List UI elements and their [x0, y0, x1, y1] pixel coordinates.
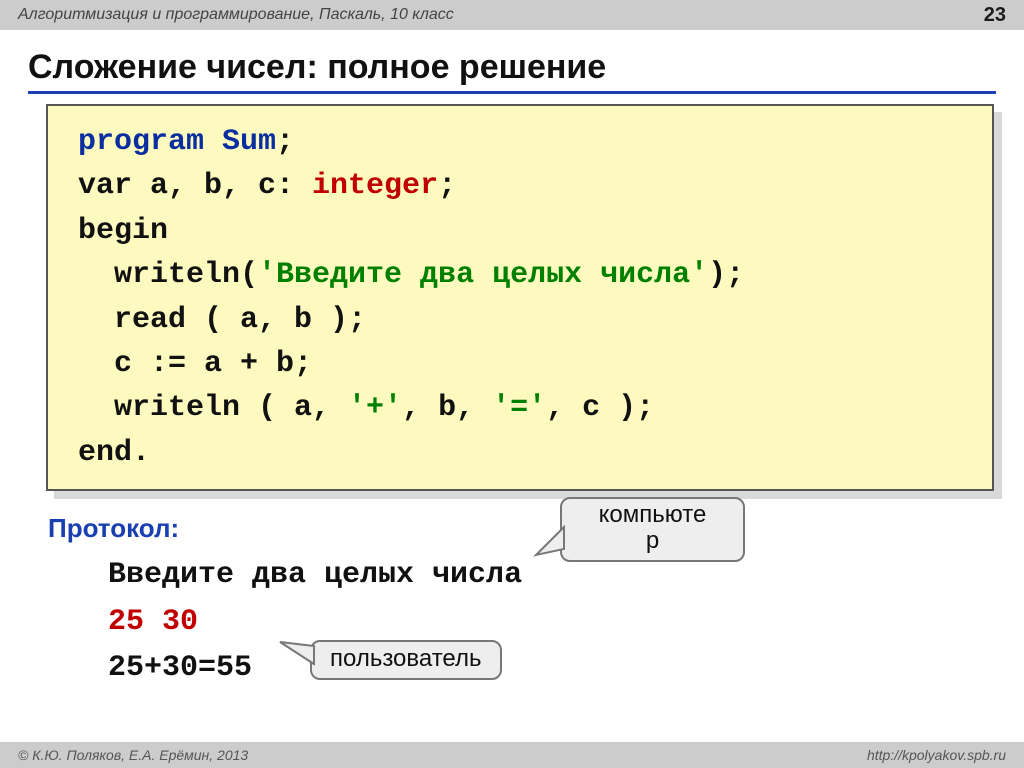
- code-block-container: program Sum; var a, b, c: integer; begin…: [46, 104, 994, 491]
- course-title: Алгоритмизация и программирование, Паска…: [18, 6, 454, 24]
- slide: Алгоритмизация и программирование, Паска…: [0, 0, 1024, 768]
- callout-user: пользователь: [310, 640, 502, 680]
- code-program-name: Sum: [222, 125, 276, 159]
- code-text: begin: [78, 214, 168, 248]
- slide-header: Алгоритмизация и программирование, Паска…: [0, 0, 1024, 30]
- slide-title: Сложение чисел: полное решение: [28, 48, 996, 94]
- code-text: , c );: [546, 391, 654, 425]
- page-number: 23: [984, 4, 1006, 27]
- callout-computer: компьюте р: [560, 497, 745, 562]
- code-string: '+': [348, 391, 402, 425]
- code-text: end.: [78, 436, 150, 470]
- callout-computer-text: компьюте р: [599, 502, 707, 555]
- code-text: writeln ( a,: [78, 391, 348, 425]
- protocol-line: 25+30=55: [108, 645, 1024, 692]
- code-string: '=': [492, 391, 546, 425]
- callout-user-text: пользователь: [330, 645, 482, 672]
- footer-url: http://kpolyakov.spb.ru: [867, 747, 1006, 763]
- code-text: ;: [438, 169, 456, 203]
- code-text: var a, b, c:: [78, 169, 312, 203]
- code-text: , b,: [402, 391, 492, 425]
- code-text: read ( a, b );: [78, 303, 366, 337]
- code-text: );: [708, 258, 744, 292]
- code-kw-program: program: [78, 125, 222, 159]
- protocol-output: Введите два целых числа 25 30 25+30=55: [108, 552, 1024, 692]
- protocol-user-input: 25 30: [108, 599, 1024, 646]
- callout-tail-icon: [534, 523, 568, 557]
- slide-footer: © К.Ю. Поляков, Е.А. Ерёмин, 2013 http:/…: [0, 742, 1024, 768]
- code-block: program Sum; var a, b, c: integer; begin…: [46, 104, 994, 491]
- code-string: 'Введите два целых числа': [258, 258, 708, 292]
- code-text: c := a + b;: [78, 347, 312, 381]
- code-text: writeln(: [78, 258, 258, 292]
- callout-tail-icon: [278, 640, 318, 670]
- footer-copyright: © К.Ю. Поляков, Е.А. Ерёмин, 2013: [18, 747, 248, 763]
- code-kw-integer: integer: [312, 169, 438, 203]
- code-text: ;: [276, 125, 294, 159]
